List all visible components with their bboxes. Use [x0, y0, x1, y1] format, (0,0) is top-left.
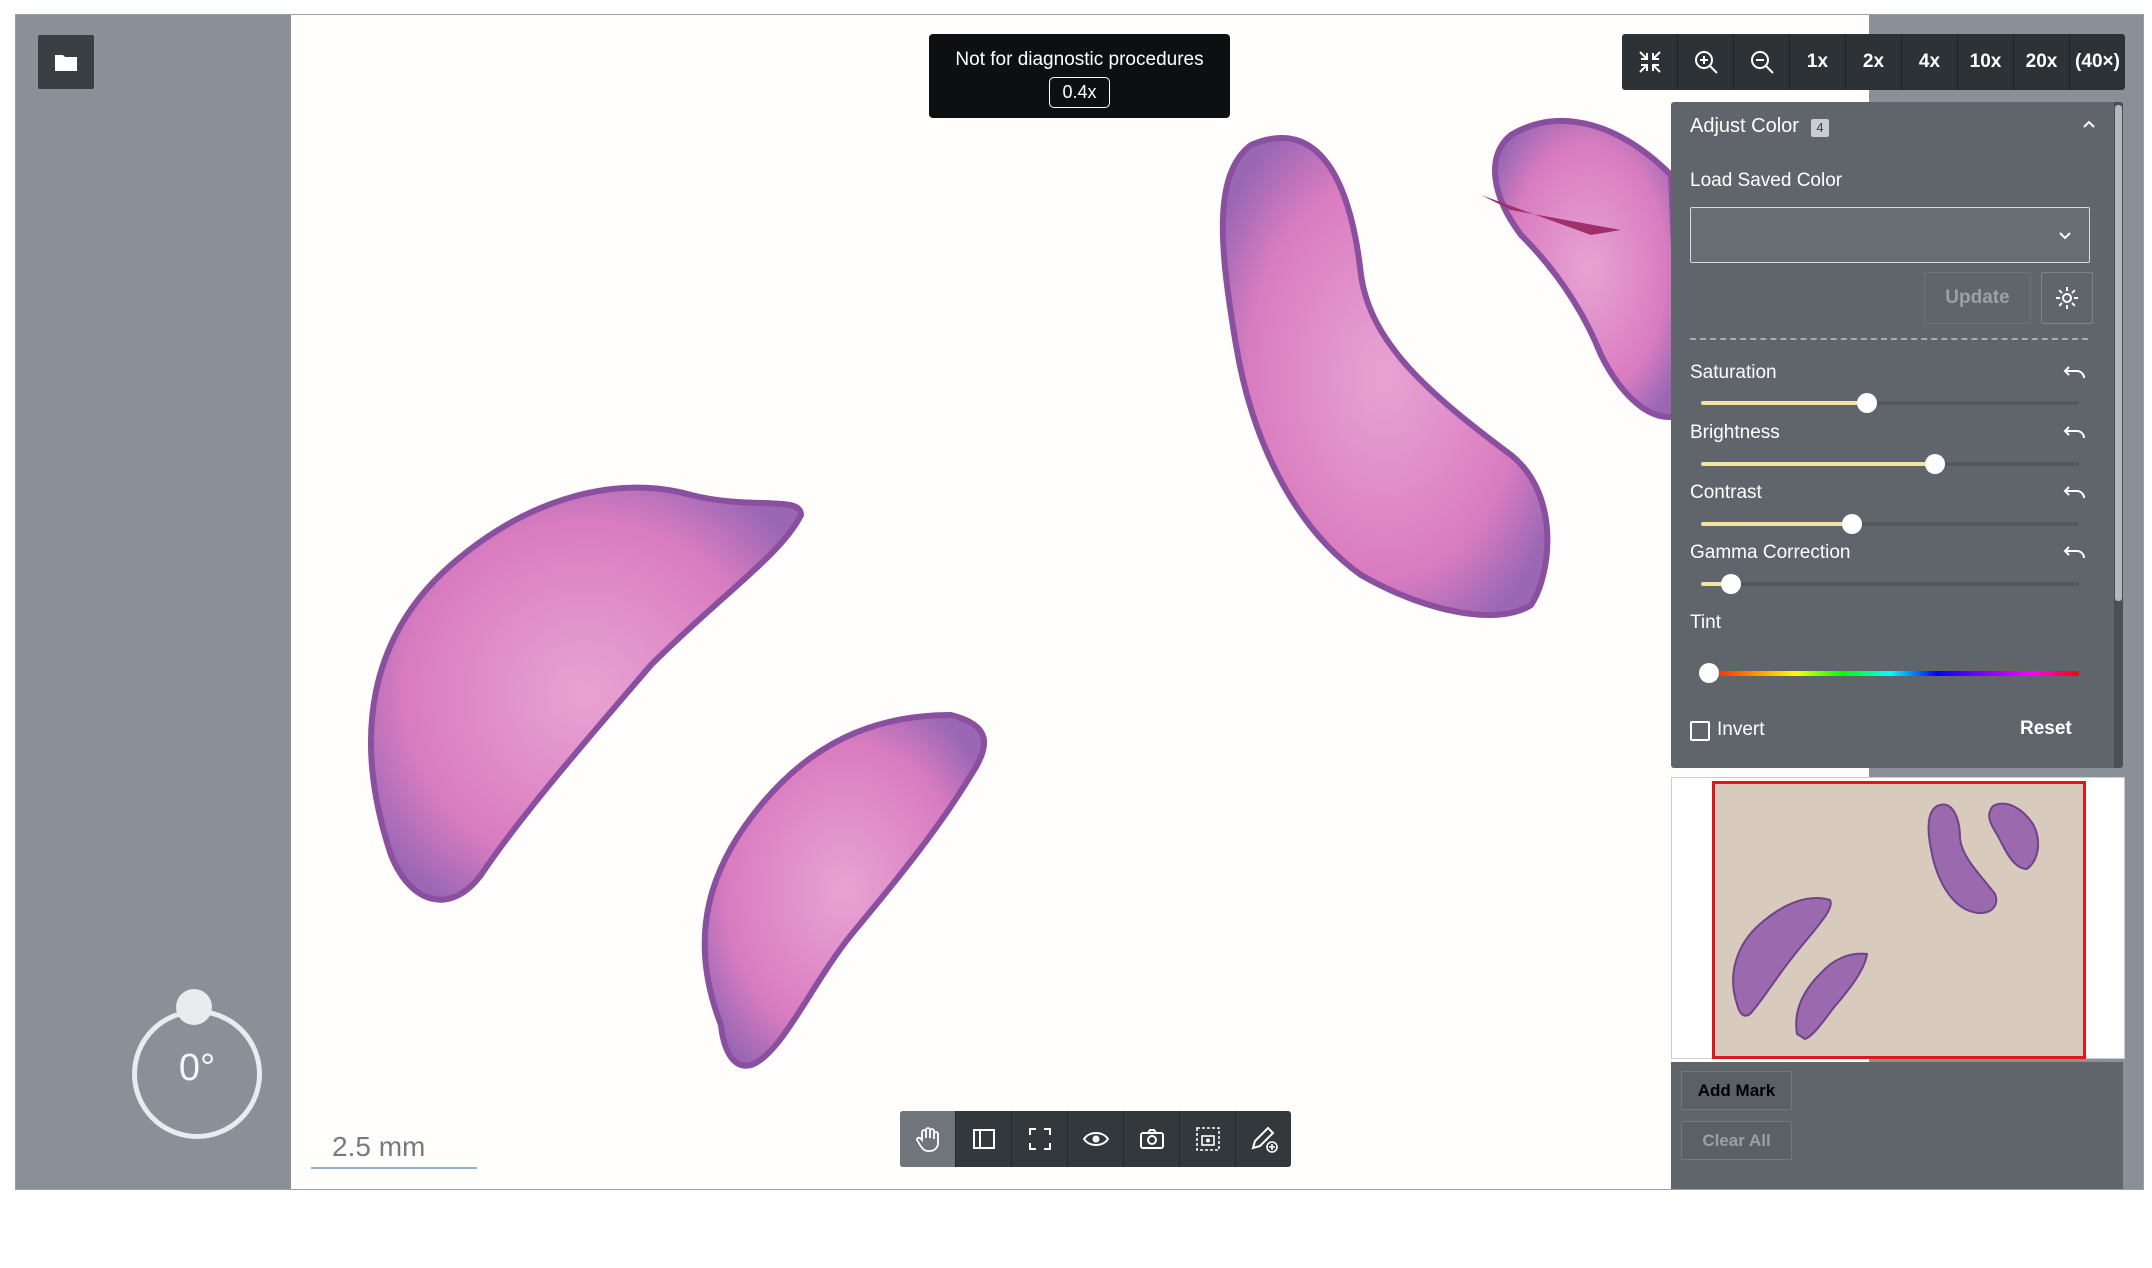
zoom-1x-button[interactable]: 1x: [1790, 34, 1846, 90]
invert-checkbox[interactable]: [1690, 721, 1710, 741]
saturation-slider[interactable]: [1701, 393, 2079, 413]
scale-bar: [311, 1167, 477, 1169]
gamma-label: Gamma Correction: [1690, 542, 1851, 563]
gear-icon: [2056, 287, 2078, 309]
minimap-thumbnail: [1732, 802, 2040, 1041]
collapse-panel-button[interactable]: [2079, 114, 2099, 139]
slide-canvas[interactable]: Not for diagnostic procedures 0.4x 2.5 m…: [291, 15, 1869, 1189]
panel-title: Adjust Color: [1690, 115, 1799, 137]
saved-color-dropdown[interactable]: [1690, 207, 2090, 263]
saturation-thumb[interactable]: [1857, 393, 1878, 413]
minimap-viewport[interactable]: [1712, 781, 2086, 1059]
update-button[interactable]: Update: [1924, 272, 2031, 324]
undo-contrast-icon[interactable]: [2063, 481, 2087, 503]
brightness-label: Brightness: [1690, 422, 1780, 443]
saturation-label: Saturation: [1690, 362, 1777, 383]
notice-text: Not for diagnostic procedures: [955, 49, 1204, 70]
region-capture-button[interactable]: [1180, 1111, 1236, 1167]
open-folder-button[interactable]: [38, 35, 94, 89]
zoom-in-icon: [1694, 51, 1718, 74]
divider: [1690, 338, 2088, 340]
zoom-out-icon: [1750, 51, 1774, 74]
left-sidebar: 0°: [16, 15, 291, 1189]
zoom-40x-button[interactable]: (40×): [2070, 34, 2125, 90]
bottom-toolbar: [900, 1111, 1291, 1167]
rotation-value: 0°: [178, 1047, 216, 1089]
fullscreen-button[interactable]: [1012, 1111, 1068, 1167]
load-saved-color-label: Load Saved Color: [1690, 170, 1843, 191]
annotate-button[interactable]: [1236, 1111, 1291, 1167]
snapshot-button[interactable]: [1124, 1111, 1180, 1167]
contrast-label: Contrast: [1690, 482, 1762, 503]
eye-icon: [1082, 1132, 1109, 1146]
undo-saturation-icon[interactable]: [2063, 361, 2087, 383]
minimap[interactable]: [1671, 777, 2125, 1059]
current-zoom-badge: 0.4x: [1049, 77, 1110, 108]
panel-badge: 4: [1811, 119, 1829, 137]
fit-screen-icon: [1638, 51, 1661, 73]
hand-icon: [915, 1127, 939, 1152]
annotate-icon: [1251, 1126, 1278, 1153]
color-settings-button[interactable]: [2041, 272, 2093, 324]
region-capture-icon: [1195, 1127, 1220, 1151]
tint-label: Tint: [1690, 612, 1721, 633]
zoom-toolbar: 1x 2x 4x 10x 20x (40×): [1622, 34, 2125, 90]
contrast-slider[interactable]: [1701, 514, 2079, 534]
folder-icon: [55, 55, 77, 71]
sidebar-toggle-button[interactable]: [956, 1111, 1012, 1167]
camera-icon: [1139, 1129, 1164, 1149]
reset-button[interactable]: Reset: [2020, 718, 2072, 740]
chevron-down-icon: [2059, 232, 2071, 240]
gamma-thumb[interactable]: [1721, 574, 1742, 594]
panel-scrollbar-thumb[interactable]: [2115, 105, 2122, 601]
tissue-image: [368, 118, 1685, 1069]
brightness-slider[interactable]: [1701, 454, 2079, 474]
slide-viewer-app: 0° Not for diagnostic procedures 0.4x 2.…: [15, 14, 2144, 1190]
tissue-section-3: [1219, 135, 1551, 618]
add-mark-button[interactable]: Add Mark: [1681, 1071, 1792, 1110]
tint-thumb[interactable]: [1698, 663, 1719, 683]
zoom-out-button[interactable]: [1734, 34, 1790, 90]
tissue-section-2: [701, 711, 988, 1069]
brightness-fill: [1701, 462, 1936, 466]
zoom-2x-button[interactable]: 2x: [1846, 34, 1902, 90]
fit-screen-button[interactable]: [1622, 34, 1678, 90]
diagnostic-notice: Not for diagnostic procedures 0.4x: [929, 34, 1230, 118]
scale-bar-label: 2.5 mm: [332, 1131, 426, 1162]
zoom-10x-button[interactable]: 10x: [1958, 34, 2014, 90]
zoom-in-button[interactable]: [1678, 34, 1734, 90]
fullscreen-icon: [1028, 1128, 1051, 1150]
pan-tool-button[interactable]: [900, 1111, 956, 1167]
view-toggle-button[interactable]: [1068, 1111, 1124, 1167]
zoom-20x-button[interactable]: 20x: [2014, 34, 2070, 90]
adjust-color-panel: Adjust Color 4 Load Saved Color Update S…: [1671, 102, 2123, 768]
sidebar-icon: [972, 1129, 995, 1149]
tissue-section-4: [1481, 118, 1685, 420]
saturation-fill: [1701, 401, 1868, 405]
rotation-handle[interactable]: [176, 989, 212, 1025]
gamma-slider[interactable]: [1701, 574, 2079, 594]
brightness-thumb[interactable]: [1925, 454, 1946, 474]
contrast-fill: [1701, 522, 1853, 526]
undo-gamma-icon[interactable]: [2063, 541, 2087, 563]
tint-slider[interactable]: [1698, 663, 2079, 683]
invert-label: Invert: [1717, 719, 1765, 740]
marks-panel: Add Mark Clear All: [1671, 1062, 2123, 1189]
rotation-control[interactable]: 0°: [132, 989, 264, 1141]
undo-brightness-icon[interactable]: [2063, 421, 2087, 443]
contrast-thumb[interactable]: [1842, 514, 1863, 534]
chevron-up-icon: [2083, 120, 2095, 128]
clear-all-button[interactable]: Clear All: [1681, 1121, 1792, 1160]
zoom-4x-button[interactable]: 4x: [1902, 34, 1958, 90]
